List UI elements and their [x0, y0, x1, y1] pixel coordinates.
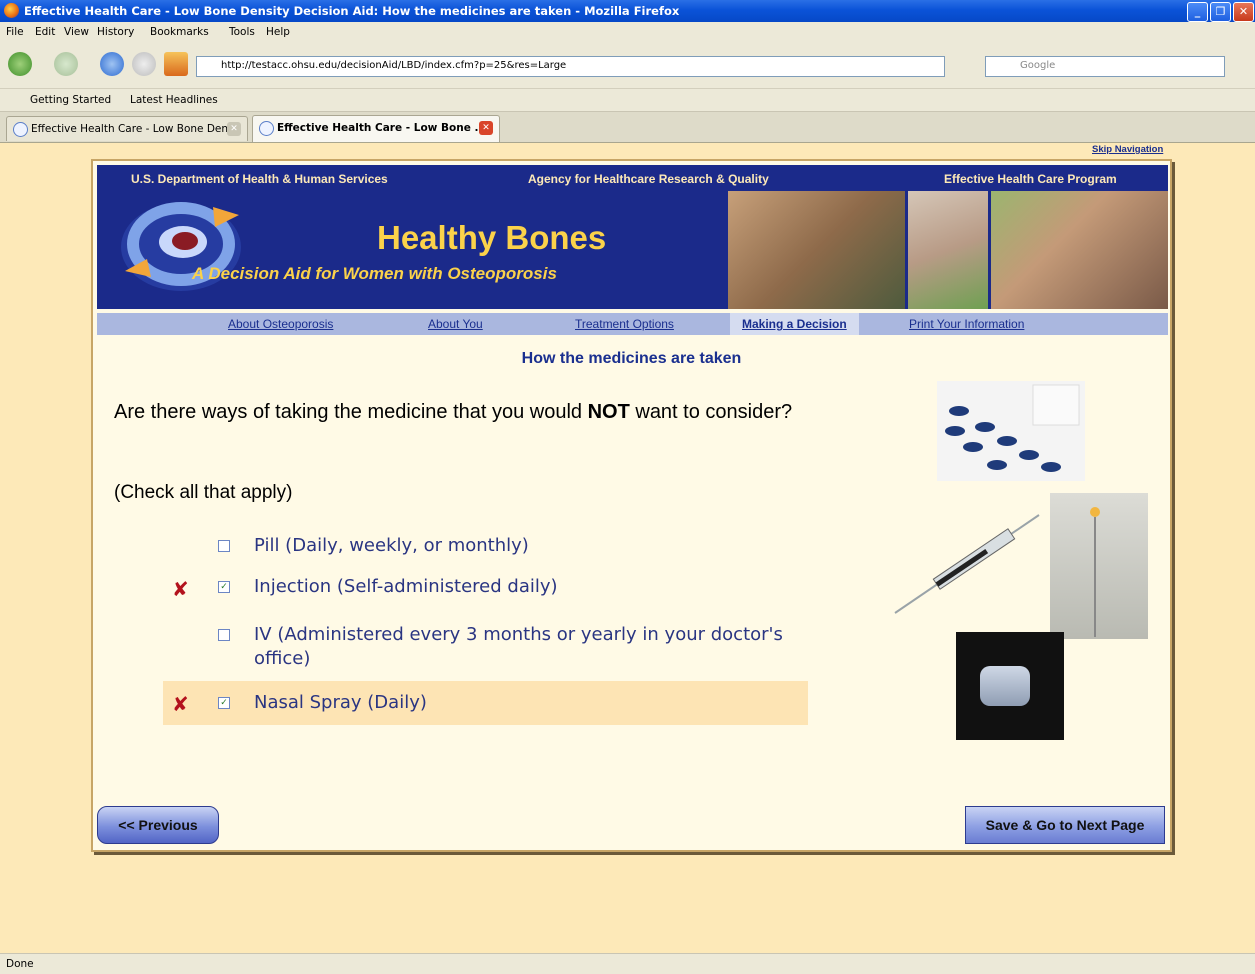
syringe-image	[894, 514, 1040, 614]
search-placeholder: Google	[1020, 60, 1056, 71]
program-label: Effective Health Care Program	[944, 172, 1117, 186]
menu-file[interactable]: File	[6, 26, 24, 38]
main-nav: About Osteoporosis About You Treatment O…	[97, 313, 1168, 335]
page-favicon	[13, 122, 28, 137]
app-title: Healthy Bones	[377, 219, 607, 256]
iv-drip-icon	[1090, 507, 1100, 517]
option-pill[interactable]: Pill (Daily, weekly, or monthly)	[163, 534, 808, 562]
tab-strip: Effective Health Care - Low Bone Den... …	[0, 112, 1255, 143]
skip-navigation-link[interactable]: Skip Navigation	[1092, 144, 1163, 155]
content-panel: U.S. Department of Health & Human Servic…	[91, 159, 1172, 852]
bookmark-latest-headlines[interactable]: Latest Headlines	[130, 94, 218, 106]
nav-print-your-information[interactable]: Print Your Information	[909, 317, 1024, 331]
tab-label: Effective Health Care - Low Bone Den...	[31, 123, 239, 135]
status-bar: Done	[0, 953, 1255, 974]
bookmark-getting-started[interactable]: Getting Started	[30, 94, 111, 106]
option-label: Injection (Self-administered daily)	[254, 576, 558, 597]
photo-group-of-women	[991, 191, 1168, 309]
search-box[interactable]: Google	[985, 56, 1225, 77]
checkbox-injection[interactable]: ✓	[218, 581, 230, 593]
iv-bag-image	[1050, 493, 1148, 639]
nasal-spray-image	[956, 632, 1064, 740]
option-nasal-spray[interactable]: ✘ ✓ Nasal Spray (Daily)	[163, 681, 808, 725]
checkbox-iv[interactable]	[218, 629, 230, 641]
nav-making-a-decision[interactable]: Making a Decision	[730, 313, 859, 335]
option-iv[interactable]: IV (Administered every 3 months or yearl…	[163, 623, 808, 675]
previous-button-label: << Previous	[118, 817, 198, 833]
checkbox-nasal-spray[interactable]: ✓	[218, 697, 230, 709]
menu-tools[interactable]: Tools	[229, 26, 255, 38]
maximize-button[interactable]: ❐	[1210, 2, 1231, 22]
page-favicon	[259, 121, 274, 136]
close-window-button[interactable]: ✕	[1233, 2, 1254, 22]
url-bar[interactable]: http://testacc.ohsu.edu/decisionAid/LBD/…	[196, 56, 945, 77]
home-icon[interactable]	[164, 52, 188, 76]
question-emphasis: NOT	[587, 401, 630, 423]
option-label: Pill (Daily, weekly, or monthly)	[254, 535, 529, 556]
save-next-button[interactable]: Save & Go to Next Page	[965, 806, 1165, 844]
menu-bar: File Edit View History Bookmarks Tools H…	[0, 22, 1255, 42]
menu-bookmarks[interactable]: Bookmarks	[150, 26, 209, 38]
excluded-x-icon: ✘	[172, 577, 189, 601]
photo-older-woman	[908, 191, 988, 309]
pills-image	[937, 381, 1085, 481]
menu-edit[interactable]: Edit	[35, 26, 55, 38]
site-header: U.S. Department of Health & Human Servic…	[97, 165, 1168, 309]
agency-label: Agency for Healthcare Research & Quality	[528, 172, 769, 186]
photo-grandmother-child	[728, 191, 905, 309]
dept-label: U.S. Department of Health & Human Servic…	[131, 172, 388, 186]
iv-tube	[1094, 517, 1096, 637]
checkbox-pill[interactable]	[218, 540, 230, 552]
close-tab-icon[interactable]: ✕	[479, 121, 493, 135]
window-title: Effective Health Care - Low Bone Density…	[24, 4, 680, 18]
nav-about-you[interactable]: About You	[428, 317, 483, 331]
option-label: Nasal Spray (Daily)	[254, 692, 427, 713]
tab-label: Effective Health Care - Low Bone ...	[277, 122, 487, 134]
app-subtitle: A Decision Aid for Women with Osteoporos…	[192, 264, 557, 283]
bookmarks-toolbar: Getting Started Latest Headlines	[0, 89, 1255, 112]
menu-view[interactable]: View	[64, 26, 89, 38]
save-next-button-label: Save & Go to Next Page	[985, 817, 1145, 833]
spray-bottle	[980, 666, 1030, 706]
nav-treatment-options[interactable]: Treatment Options	[575, 317, 674, 331]
window-titlebar: Effective Health Care - Low Bone Density…	[0, 0, 1255, 22]
previous-button[interactable]: << Previous	[97, 806, 219, 844]
section-title: How the medicines are taken	[521, 350, 742, 367]
tab-1[interactable]: Effective Health Care - Low Bone Den... …	[6, 116, 248, 141]
excluded-x-icon: ✘	[172, 692, 189, 716]
menu-help[interactable]: Help	[266, 26, 290, 38]
question-part: Are there ways of taking the medicine th…	[114, 401, 588, 423]
forward-button-icon[interactable]	[54, 52, 78, 76]
back-button-icon[interactable]	[8, 52, 32, 76]
url-text: http://testacc.ohsu.edu/decisionAid/LBD/…	[221, 60, 567, 71]
nav-about-osteoporosis[interactable]: About Osteoporosis	[228, 317, 333, 331]
tab-2[interactable]: Effective Health Care - Low Bone ... ✕	[252, 115, 500, 142]
reload-icon[interactable]	[100, 52, 124, 76]
question-part: want to consider?	[629, 401, 793, 423]
instruction-text: (Check all that apply)	[114, 482, 293, 503]
option-injection[interactable]: ✘ ✓ Injection (Self-administered daily)	[163, 575, 808, 603]
menu-history[interactable]: History	[97, 26, 134, 38]
stop-icon[interactable]	[132, 52, 156, 76]
option-label: IV (Administered every 3 months or yearl…	[254, 624, 783, 669]
minimize-button[interactable]: _	[1187, 2, 1208, 22]
question-text: Are there ways of taking the medicine th…	[114, 397, 834, 428]
status-text: Done	[6, 958, 34, 970]
firefox-icon	[4, 3, 19, 18]
close-tab-icon[interactable]: ✕	[227, 122, 241, 136]
